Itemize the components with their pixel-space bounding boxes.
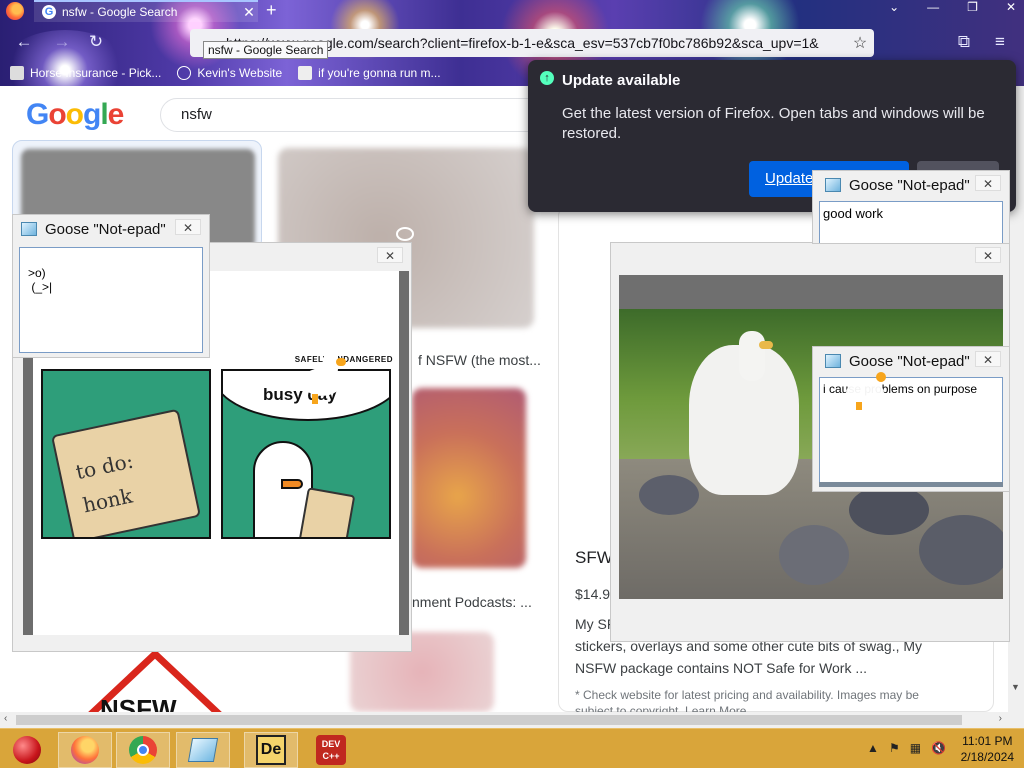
- notepad-icon: [21, 222, 37, 236]
- image-caption[interactable]: nment Podcasts: ...: [412, 594, 532, 610]
- scroll-right-icon[interactable]: ›: [999, 713, 1002, 724]
- back-icon[interactable]: ←: [12, 32, 36, 52]
- desktop-goose[interactable]: [842, 368, 892, 414]
- restore-icon[interactable]: ❐: [967, 0, 978, 14]
- desktop-goose[interactable]: [296, 346, 346, 406]
- notepad-title: Goose "Not-epad": [849, 176, 970, 194]
- google-logo[interactable]: Google: [26, 98, 124, 132]
- close-notepad-button[interactable]: ✕: [175, 219, 201, 235]
- close-notepad-button[interactable]: ✕: [975, 175, 1001, 191]
- close-window-button[interactable]: ✕: [377, 247, 403, 263]
- close-tab-icon[interactable]: ✕: [240, 4, 258, 21]
- meme-panel-left: to do: honk: [41, 369, 211, 539]
- reload-icon[interactable]: ↻: [84, 32, 108, 52]
- tab-google-search[interactable]: G nsfw - Google Search ✕: [34, 0, 258, 22]
- notepad-title: Goose "Not-epad": [849, 352, 970, 370]
- image-result-card[interactable]: [412, 388, 526, 568]
- horizontal-scrollbar[interactable]: ‹ ›: [0, 712, 1024, 728]
- bookmark-favicon-icon: [10, 66, 24, 80]
- chrome-icon: [129, 736, 157, 764]
- notepad-text-area[interactable]: good work: [819, 201, 1003, 243]
- firefox-icon[interactable]: [6, 2, 24, 20]
- extensions-icon[interactable]: ⧉: [952, 32, 976, 52]
- volume-muted-icon[interactable]: 🔇: [931, 741, 946, 755]
- christmas-ornament-icon: [13, 736, 41, 764]
- show-hidden-icons-icon[interactable]: ▲: [867, 741, 879, 755]
- globe-icon: [177, 66, 192, 80]
- bookmark-star-icon[interactable]: ☆: [846, 33, 874, 53]
- shop-note: * Check website for latest pricing and a…: [575, 688, 919, 702]
- dev-cpp-icon: DEV C++: [316, 735, 346, 765]
- firefox-icon: [71, 736, 99, 764]
- bookmark-horse-insurance[interactable]: Horse Insurance - Pick...: [10, 62, 161, 84]
- bookmark-label: if you're gonna run m...: [318, 66, 441, 80]
- notepad-title: Goose "Not-epad": [45, 220, 166, 238]
- update-body: Get the latest version of Firefox. Open …: [562, 105, 985, 142]
- de-app-icon: De: [256, 735, 286, 765]
- windows-taskbar: De DEV C++ ▲ ⚑ ▦ 🔇 11:01 PM 2/18/2024: [0, 728, 1024, 768]
- clock-date: 2/18/2024: [960, 750, 1014, 764]
- taskbar-dev-cpp[interactable]: DEV C++: [304, 732, 358, 768]
- update-title: Update available: [562, 72, 681, 89]
- bookmark-kevins-website[interactable]: Kevin's Website: [177, 62, 282, 84]
- forward-icon[interactable]: →: [50, 32, 74, 52]
- new-tab-button[interactable]: +: [266, 0, 277, 20]
- close-window-icon[interactable]: ✕: [1006, 0, 1016, 14]
- system-tray: ▲ ⚑ ▦ 🔇: [867, 741, 946, 755]
- google-favicon-icon: G: [42, 5, 56, 19]
- clock-time: 11:01 PM: [962, 734, 1013, 748]
- bookmark-label: Kevin's Website: [197, 66, 283, 80]
- minimize-icon[interactable]: —: [927, 0, 939, 14]
- close-window-button[interactable]: ✕: [975, 247, 1001, 263]
- bookmark-gonna-run[interactable]: if you're gonna run m...: [298, 62, 441, 84]
- close-notepad-button[interactable]: ✕: [975, 351, 1001, 367]
- taskbar-firefox[interactable]: [58, 732, 112, 768]
- bookmark-label: Horse Insurance - Pick...: [30, 66, 162, 80]
- flag-icon[interactable]: ⚑: [889, 741, 900, 755]
- bookmark-favicon-icon: [298, 66, 313, 80]
- window-controls: ⌄ — ❐ ✕: [889, 0, 1016, 14]
- shop-price: $14.9: [575, 586, 611, 602]
- notepad-icon: [825, 354, 841, 368]
- navigation-toolbar: ← → ↻ https://www.google.com/search?clie…: [0, 26, 1024, 60]
- tab-tooltip: nsfw - Google Search: [203, 41, 329, 59]
- goose-notepad-window: Goose "Not-epad" ✕ good work: [812, 170, 1010, 244]
- taskbar-chrome[interactable]: [116, 732, 170, 768]
- scrollbar-thumb[interactable]: [16, 715, 962, 725]
- start-button[interactable]: [0, 732, 54, 768]
- image-caption[interactable]: f NSFW (the most...: [418, 352, 541, 368]
- list-tabs-icon[interactable]: ⌄: [889, 0, 899, 14]
- shop-note: subject to copyright. Learn More: [575, 704, 747, 712]
- network-icon[interactable]: ▦: [910, 741, 921, 755]
- hidden-eye-icon: [396, 227, 414, 241]
- menu-icon[interactable]: ≡: [988, 32, 1012, 52]
- goose-notepad-window: Goose "Not-epad" ✕ >o) (_>|: [12, 214, 210, 358]
- shop-title[interactable]: SFW: [575, 548, 613, 568]
- notepad-text-area[interactable]: >o) (_>|: [19, 247, 203, 353]
- taskbar-notepad[interactable]: [176, 732, 230, 768]
- notepad-icon: [187, 738, 219, 762]
- shop-snippet: NSFW package contains NOT Safe for Work …: [575, 660, 868, 676]
- notepad-bottom-edge: [819, 482, 1003, 487]
- notepad-icon: [825, 178, 841, 192]
- tab-strip: G nsfw - Google Search ✕ + ⌄ — ❐ ✕: [0, 0, 1024, 22]
- sign-text: NSFW: [100, 694, 177, 712]
- tab-title: nsfw - Google Search: [62, 5, 178, 19]
- scroll-down-icon[interactable]: ▼: [1011, 682, 1020, 692]
- update-arrow-icon: ↑: [540, 71, 554, 85]
- taskbar-clock[interactable]: 11:01 PM 2/18/2024: [961, 733, 1014, 765]
- scroll-left-icon[interactable]: ‹: [4, 713, 7, 724]
- taskbar-de-app[interactable]: De: [244, 732, 298, 768]
- nsfw-sign-image[interactable]: NSFW: [70, 652, 240, 712]
